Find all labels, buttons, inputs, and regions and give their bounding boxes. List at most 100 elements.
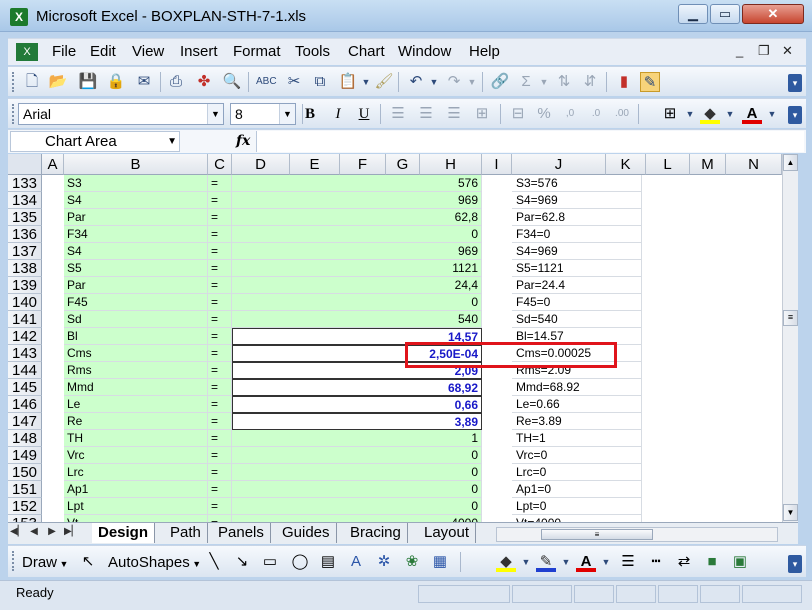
toolbar-grip[interactable] [12,551,16,571]
cell-value[interactable]: 0 [232,498,482,515]
cell-equals[interactable]: = [208,498,232,515]
cell-label[interactable]: S5 [64,260,208,277]
row-header[interactable]: 140 [8,294,42,311]
permission-icon[interactable]: 🔒 [106,72,126,92]
copy-icon[interactable]: ⧉ [310,72,330,92]
menu-window[interactable]: Window [398,43,451,60]
align-right-icon[interactable]: ☰ [444,104,464,124]
clip-art-icon[interactable]: ❀ [402,552,422,572]
paste-dropdown-icon[interactable]: ▼ [356,72,376,92]
comma-style-icon[interactable]: ,0 [560,104,580,124]
cell-equals[interactable]: = [208,362,232,379]
cell-equals[interactable]: = [208,379,232,396]
row-header[interactable]: 138 [8,260,42,277]
toolbar-options-icon[interactable]: ▾ [788,74,802,92]
sheet-tab-design[interactable]: Design [92,523,156,543]
row-header[interactable]: 151 [8,481,42,498]
column-header-g[interactable]: G [386,154,420,175]
cell-value[interactable]: 68,92 [232,379,482,396]
cell-formula-text[interactable]: S4=969 [512,192,642,209]
cell-formula-text[interactable]: S5=1121 [512,260,642,277]
cell-label[interactable]: Par [64,277,208,294]
toolbar-grip[interactable] [12,104,16,124]
row-header[interactable]: 141 [8,311,42,328]
toolbar-grip[interactable] [12,72,16,92]
arrow-style-icon[interactable]: ⇄ [674,552,694,572]
paste-icon[interactable]: 📋 [338,72,358,92]
column-header-b[interactable]: B [64,154,208,175]
cell-formula-text[interactable]: F45=0 [512,294,642,311]
percent-button[interactable]: % [534,104,554,124]
cell-label[interactable]: F34 [64,226,208,243]
cell-formula-text[interactable]: Re=3.89 [512,413,642,430]
menu-help[interactable]: Help [469,43,500,60]
cell-label[interactable]: Vrc [64,447,208,464]
row-header[interactable]: 153 [8,515,42,522]
borders-dropdown-icon[interactable]: ▼ [680,104,700,124]
cell-equals[interactable]: = [208,226,232,243]
draw-menu-button[interactable]: Draw ▼ [22,554,68,571]
cell-label[interactable]: Le [64,396,208,413]
toolbar-options-icon[interactable]: ▾ [788,106,802,124]
row-header[interactable]: 152 [8,498,42,515]
cell-label[interactable]: Par [64,209,208,226]
save-icon[interactable]: 💾 [78,72,98,92]
cell-label[interactable]: F45 [64,294,208,311]
column-header-e[interactable]: E [290,154,340,175]
minimize-button[interactable]: ▁ [678,4,708,24]
fill-color-dropdown-icon[interactable]: ▼ [516,552,536,572]
worksheet-grid[interactable]: A B C D E F G H I J K L M N 133 S3 = 576 S3=… [8,154,798,522]
column-header-h[interactable]: H [420,154,482,175]
toolbar-options-icon[interactable]: ▾ [788,555,802,573]
font-size-combo[interactable]: 8 ▼ [230,103,296,125]
chevron-down-icon[interactable]: ▼ [207,104,223,124]
font-color-dropdown-icon[interactable]: ▼ [596,552,616,572]
horizontal-scroll-thumb[interactable]: ≡ [541,529,653,540]
cell-value[interactable]: 969 [232,243,482,260]
row-header[interactable]: 149 [8,447,42,464]
column-header-m[interactable]: M [690,154,726,175]
underline-button[interactable]: U [354,104,374,124]
cell-equals[interactable]: = [208,328,232,345]
sheet-tab-guides[interactable]: Guides [276,523,337,543]
cell-equals[interactable]: = [208,243,232,260]
align-center-icon[interactable]: ☰ [416,104,436,124]
name-box[interactable]: Chart Area ▼ [10,131,180,152]
cell-equals[interactable]: = [208,481,232,498]
cell-value[interactable]: 4000 [232,515,482,522]
line-icon[interactable]: ╲ [204,552,224,572]
cell-formula-text[interactable]: Le=0.66 [512,396,642,413]
maximize-button[interactable]: ▭ [710,4,740,24]
cell-equals[interactable]: = [208,277,232,294]
cell-formula-text[interactable]: Lrc=0 [512,464,642,481]
cell-label[interactable]: Re [64,413,208,430]
cell-label[interactable]: TH [64,430,208,447]
formula-input[interactable] [256,131,804,152]
menu-tools[interactable]: Tools [295,43,330,60]
column-header-c[interactable]: C [208,154,232,175]
cell-equals[interactable]: = [208,345,232,362]
cell-formula-text[interactable]: Ap1=0 [512,481,642,498]
vertical-scrollbar[interactable]: ▲ ≡ ▼ [782,154,798,522]
decrease-decimal-icon[interactable]: .00 [612,104,632,124]
autoshapes-menu-button[interactable]: AutoShapes ▼ [108,554,201,571]
select-all-corner[interactable] [8,154,42,175]
cell-value[interactable]: 0 [232,481,482,498]
line-color-dropdown-icon[interactable]: ▼ [556,552,576,572]
cell-value[interactable]: 0 [232,294,482,311]
first-sheet-icon[interactable]: ◀▏ [10,526,25,537]
row-header[interactable]: 148 [8,430,42,447]
arrow-icon[interactable]: ↘ [232,552,252,572]
italic-button[interactable]: I [328,104,348,124]
fill-color-dropdown-icon[interactable]: ▼ [720,104,740,124]
cell-label[interactable]: S3 [64,175,208,192]
menu-chart[interactable]: Chart [348,43,385,60]
menu-file[interactable]: File [52,43,76,60]
drawing-icon[interactable]: ✎ [640,72,660,92]
cell-value[interactable]: 0 [232,226,482,243]
cell-equals[interactable]: = [208,311,232,328]
picture-icon[interactable]: ▦ [430,552,450,572]
cell-label[interactable]: S4 [64,243,208,260]
dash-style-icon[interactable]: ┅ [646,552,666,572]
row-header[interactable]: 145 [8,379,42,396]
